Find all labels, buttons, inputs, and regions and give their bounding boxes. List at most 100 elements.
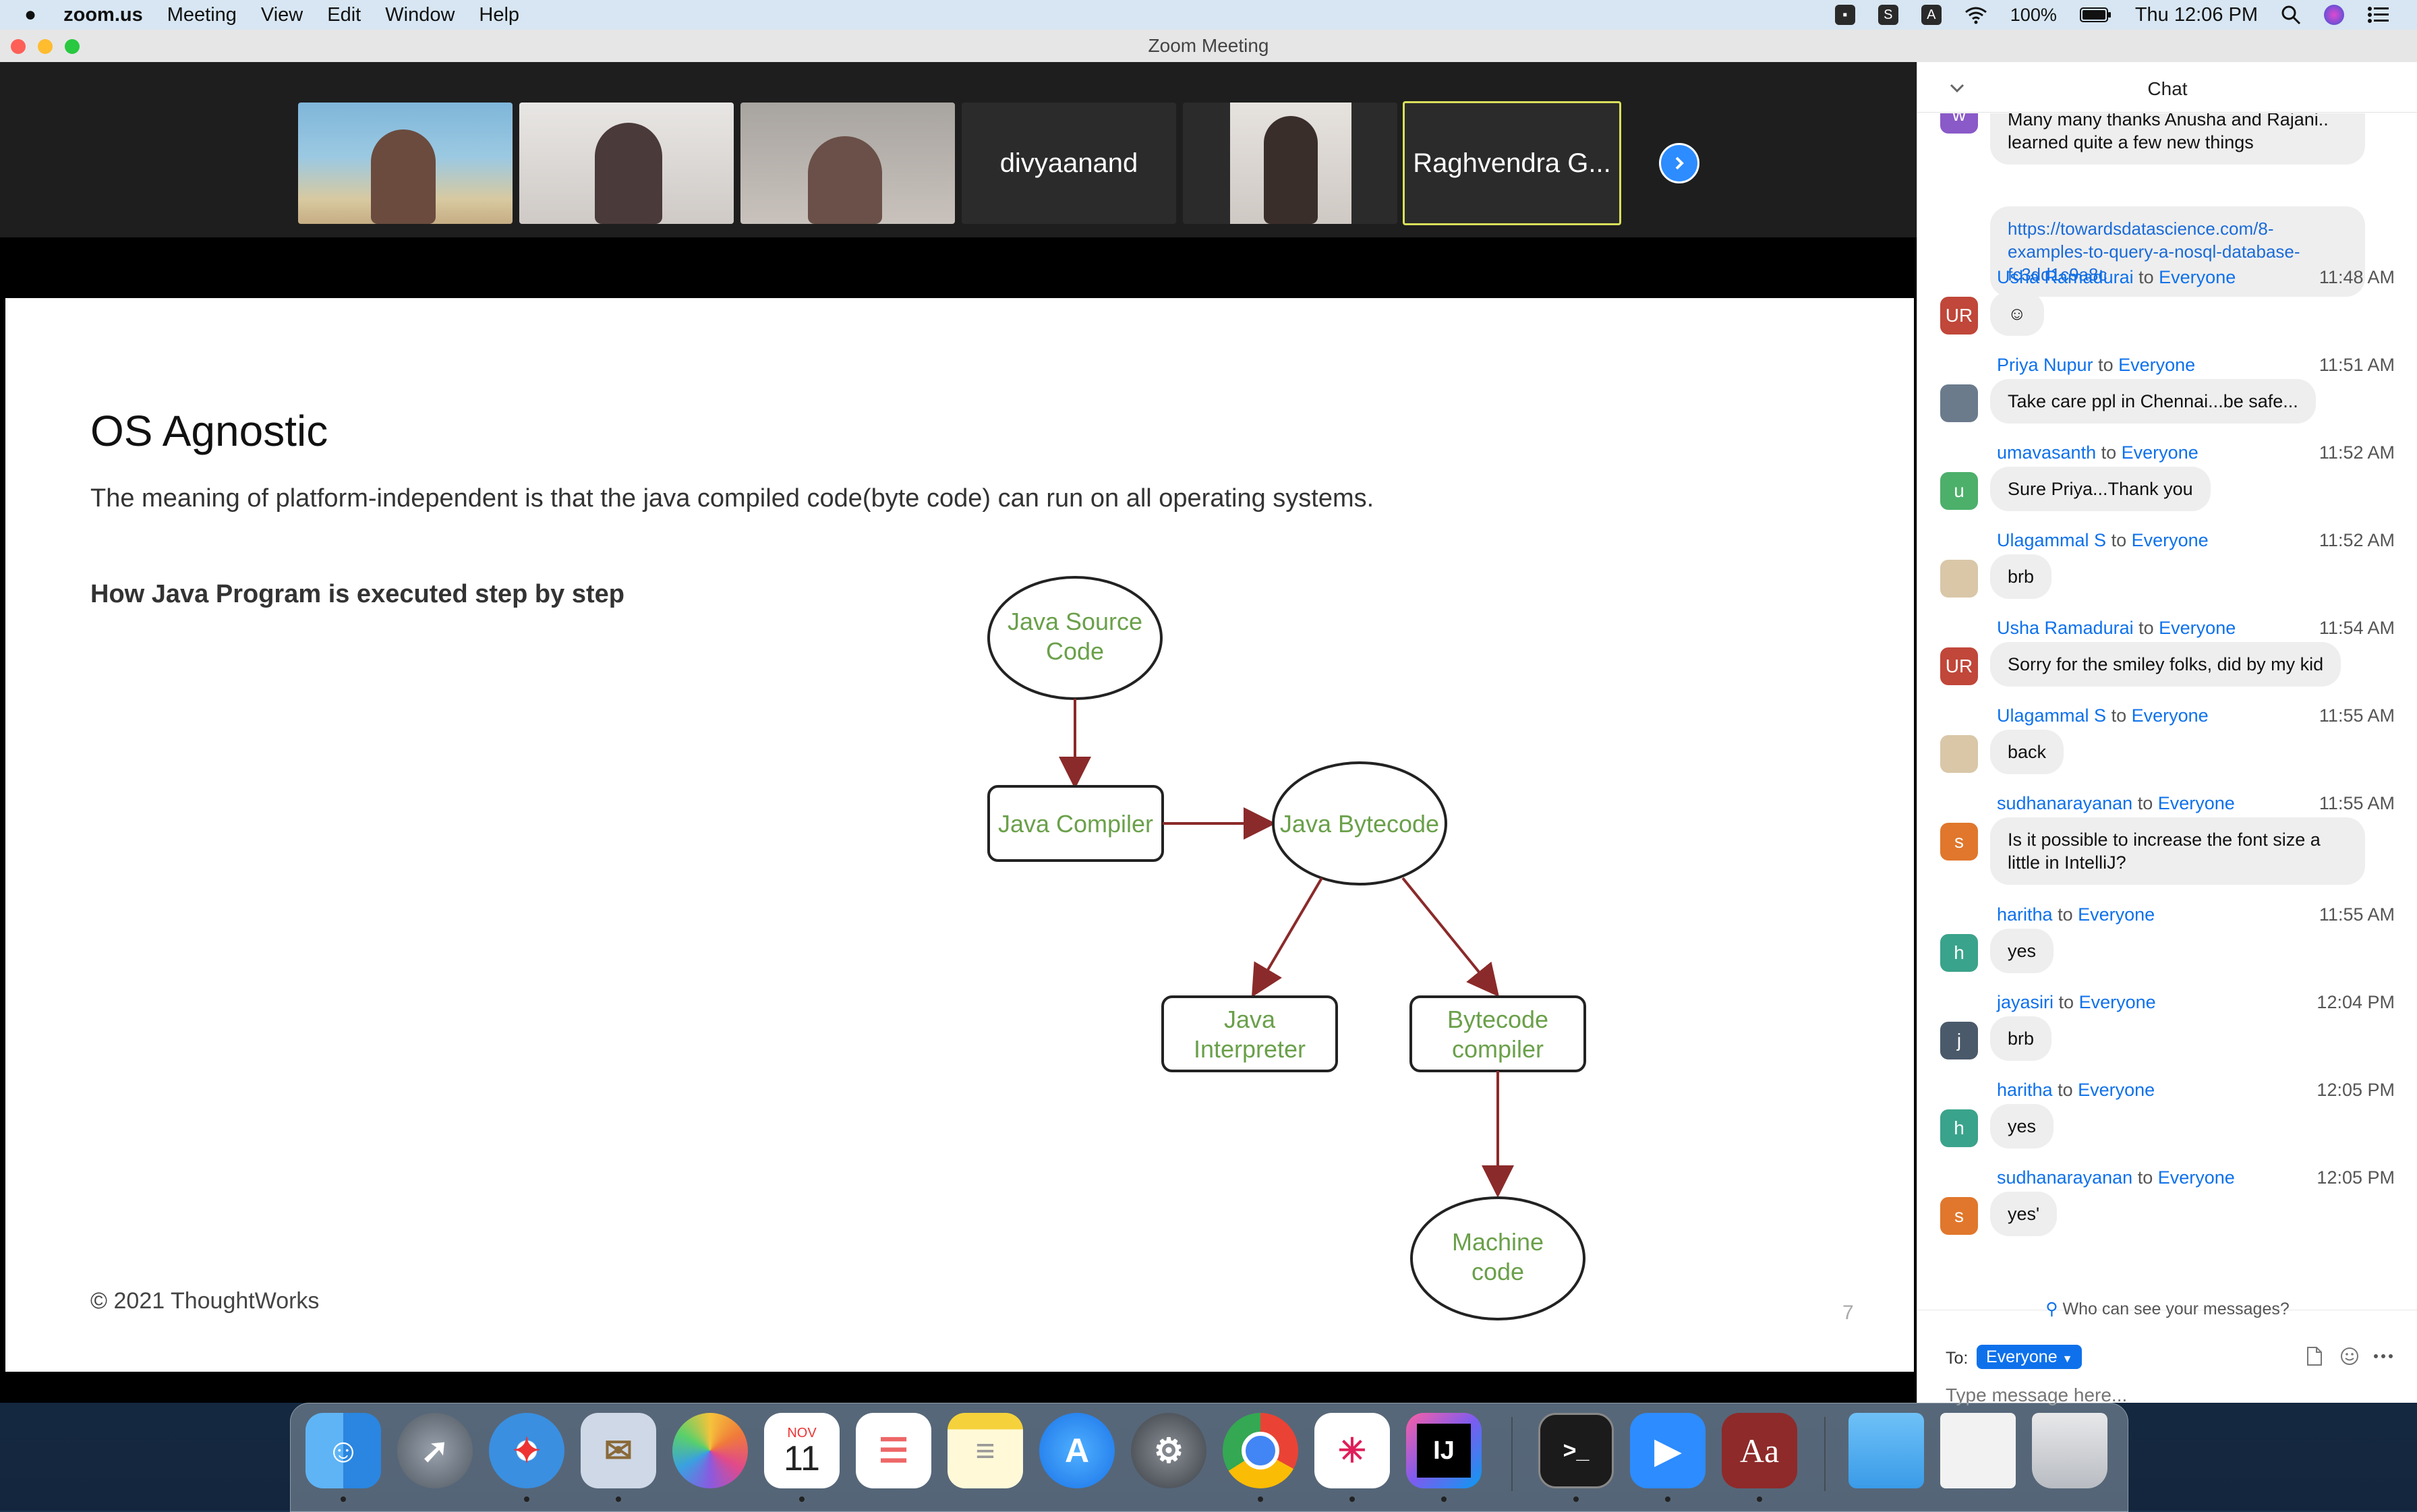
chat-message-header: Usha Ramadurai to Everyone [1997,618,2236,639]
participant-video-tile[interactable] [740,103,955,224]
running-indicator [1258,1496,1263,1502]
dictionary-icon[interactable]: Aa [1722,1413,1797,1488]
notification-center-icon[interactable] [2367,5,2390,24]
avatar[interactable]: u [1940,472,1978,510]
chat-timestamp: 11:51 AM [2319,355,2395,375]
mail-icon[interactable]: ✉ [581,1413,656,1488]
trash-icon[interactable] [2032,1413,2107,1488]
slack-icon[interactable]: ✳ [1314,1413,1390,1488]
wifi-icon[interactable] [1964,5,1987,24]
chrome-icon[interactable] [1223,1413,1298,1488]
menu-app-name[interactable]: zoom.us [63,4,143,26]
notes-icon[interactable]: ≡ [948,1413,1023,1488]
chat-sender[interactable]: umavasanth [1997,442,2096,463]
chat-sender[interactable]: jayasiri [1997,992,2054,1012]
chat-sender[interactable]: Usha Ramadurai [1997,618,2134,638]
chat-sender[interactable]: Ulagammal S [1997,705,2106,726]
chat-to-word: to [2137,793,2153,813]
chat-sender[interactable]: Usha Ramadurai [1997,267,2134,287]
chat-message-line: Many many thanks Anusha and Rajani.. [2008,113,2329,129]
chat-sender[interactable]: sudhanarayanan [1997,793,2132,813]
chat-bubble[interactable]: Sorry for the smiley folks, did by my ki… [1990,642,2341,687]
chat-bubble[interactable]: back [1990,730,2064,774]
chat-bubble[interactable]: Sure Priya...Thank you [1990,467,2211,511]
chat-bubble[interactable]: yes [1990,1104,2054,1148]
chat-sender[interactable]: Ulagammal S [1997,530,2106,550]
chevron-right-icon [1675,156,1684,170]
chat-recipient: Everyone [2078,1080,2155,1100]
avatar[interactable]: h [1940,1109,1978,1147]
intellij-icon[interactable]: IJ [1406,1413,1482,1488]
active-speaker-tile[interactable]: Raghvendra G... [1403,101,1621,225]
chat-bubble[interactable]: brb [1990,554,2052,599]
avatar[interactable] [1940,560,1978,598]
terminal-icon[interactable]: >_ [1538,1413,1614,1488]
zoom-tray-icon[interactable]: ▪ [1834,5,1855,25]
who-can-see-link[interactable]: ⚲ Who can see your messages? [1917,1299,2417,1319]
skype-tray-icon[interactable]: S [1877,5,1898,25]
participant-video-tile[interactable] [298,103,513,224]
finder-icon[interactable]: ☺ [305,1413,381,1488]
chat-sender[interactable]: Priya Nupur [1997,355,2093,375]
reminders-icon[interactable]: ☰ [856,1413,931,1488]
avatar[interactable]: s [1940,1197,1978,1235]
menu-help[interactable]: Help [479,4,519,26]
chat-link-line[interactable]: https://towardsdatascience.com/8- [2008,217,2348,240]
folder-icon[interactable] [1848,1413,1924,1488]
calendar-icon[interactable]: NOV 11 [764,1413,840,1488]
chat-bubble[interactable]: Take care ppl in Chennai...be safe... [1990,379,2316,424]
recipient-dropdown[interactable]: Everyone ▼ [1977,1345,2083,1369]
menubar-clock[interactable]: Thu 12:06 PM [2135,4,2258,26]
file-icon[interactable] [2306,1346,2323,1366]
chat-bubble[interactable]: yes' [1990,1192,2058,1236]
photos-icon[interactable] [672,1413,748,1488]
chat-timestamp: 11:54 AM [2319,618,2395,638]
participant-video-tile[interactable] [519,103,734,224]
chat-bubble[interactable]: ☺ [1990,291,2044,336]
menu-meeting[interactable]: Meeting [167,4,237,26]
who-can-see-text[interactable]: Who can see your messages? [2062,1300,2289,1318]
avatar[interactable]: j [1940,1022,1978,1059]
close-window-button[interactable] [11,39,26,54]
avatar[interactable]: UR [1940,647,1978,685]
safari-icon[interactable]: ✦ [489,1413,564,1488]
launchpad-icon[interactable]: ➚ [397,1413,473,1488]
chat-link-line[interactable]: examples-to-query-a-nosql-database- [2008,240,2348,263]
chat-bubble[interactable]: Is it possible to increase the font size… [1990,817,2365,885]
minimize-window-button[interactable] [38,39,53,54]
chat-timestamp: 11:55 AM [2319,705,2395,726]
chat-sender[interactable]: haritha [1997,904,2053,925]
chat-sender[interactable]: haritha [1997,1080,2053,1100]
chat-timestamp: 11:52 AM [2319,530,2395,550]
zoom-icon[interactable]: ▶ [1630,1413,1706,1488]
document-stack-icon[interactable] [1940,1413,2016,1488]
more-options-icon[interactable] [2373,1353,2393,1360]
menu-window[interactable]: Window [385,4,455,26]
zoom-window-button[interactable] [65,39,80,54]
avatar[interactable]: h [1940,934,1978,972]
battery-icon[interactable] [2079,6,2112,24]
participant-video-tile[interactable] [1183,103,1397,224]
apple-icon[interactable]: ● [24,3,36,26]
participant-name-tile[interactable]: divyaanand [962,103,1176,224]
chat-timestamp: 12:05 PM [2317,1080,2395,1100]
system-preferences-icon[interactable]: ⚙ [1131,1413,1206,1488]
chat-bubble[interactable]: brb [1990,1016,2052,1061]
chat-sender[interactable]: sudhanarayanan [1997,1167,2132,1188]
siri-icon[interactable] [2324,5,2344,25]
next-page-button[interactable] [1659,143,1699,183]
emoji-icon[interactable] [2339,1346,2360,1366]
avatar[interactable]: UR [1940,297,1978,335]
app-store-icon[interactable]: A [1039,1413,1115,1488]
window-title: Zoom Meeting [1148,35,1269,56]
input-source-icon[interactable]: A [1921,5,1942,25]
menu-edit[interactable]: Edit [327,4,361,26]
avatar[interactable]: s [1940,823,1978,861]
avatar[interactable] [1940,384,1978,422]
avatar[interactable] [1940,735,1978,773]
menu-view[interactable]: View [261,4,303,26]
spotlight-search-icon[interactable] [2281,5,2301,25]
chat-bubble[interactable]: yes [1990,929,2054,973]
chat-recipient: Everyone [2078,904,2155,925]
chat-messages-list[interactable]: w Many many thanks Anusha and Rajani.. l… [1917,113,2417,1310]
